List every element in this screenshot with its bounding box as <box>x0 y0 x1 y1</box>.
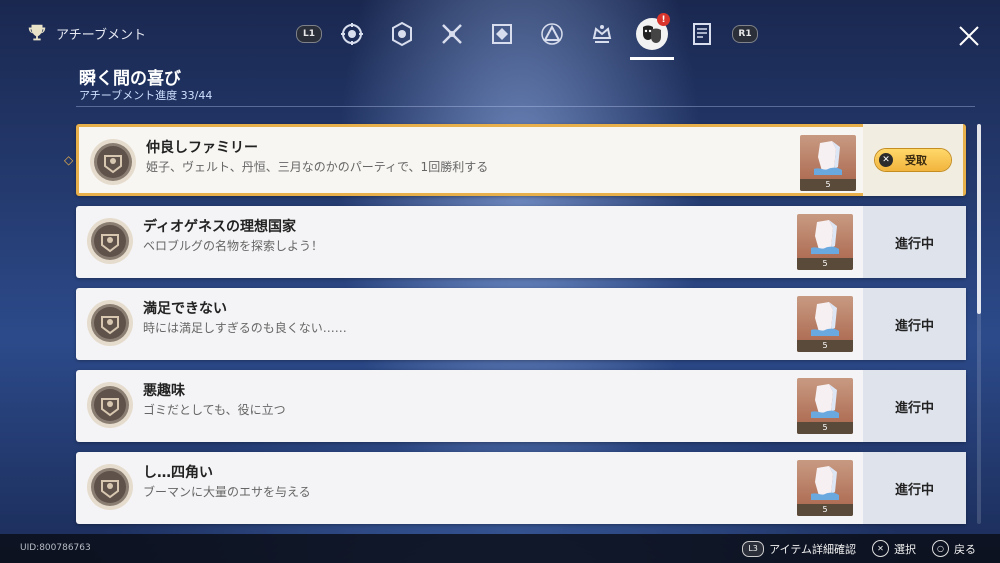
hint-item-details[interactable]: L3 アイテム詳細確認 <box>742 540 856 557</box>
tab-diamond[interactable] <box>482 16 522 52</box>
trophy-icon <box>28 24 46 41</box>
category-title: 瞬く間の喜び <box>79 69 181 89</box>
achievement-progress: アチーブメント進度 33/44 <box>79 89 213 102</box>
achievement-badge-icon <box>87 382 133 428</box>
tab-triangle[interactable] <box>532 16 572 52</box>
tab-notebook[interactable] <box>682 16 722 52</box>
crown-emblem-icon <box>592 25 612 43</box>
achievement-description: ベロブルグの名物を探索しよう！ <box>143 239 324 253</box>
hint-select[interactable]: ✕ 選択 <box>872 540 916 557</box>
tab-helmet[interactable] <box>332 16 372 52</box>
selection-cursor-icon: ◇ <box>64 153 74 167</box>
tab-hexagon[interactable] <box>382 16 422 52</box>
cross-button-icon: ✕ <box>872 540 889 557</box>
achievement-description: 姫子、ヴェルト、丹恒、三月なのかのパーティで、1回勝利する <box>146 160 489 174</box>
notebook-icon <box>693 23 711 45</box>
achievement-badge-icon <box>90 139 136 185</box>
status-label: 進行中 <box>863 370 966 442</box>
claim-label: 受取 <box>905 154 927 167</box>
reward-item[interactable]: 5 <box>800 135 856 191</box>
category-tabs: L1 ! R1 <box>296 13 758 60</box>
achievement-badge-icon <box>87 300 133 346</box>
status-label: 進行中 <box>863 206 966 278</box>
close-icon[interactable] <box>955 22 983 50</box>
hint-back-label: 戻る <box>954 542 976 556</box>
reward-count: 5 <box>797 340 853 352</box>
achievement-title: ディオゲネスの理想国家 <box>143 219 297 235</box>
achievement-row[interactable]: 仲良しファミリー 姫子、ヴェルト、丹恒、三月なのかのパーティで、1回勝利する 5… <box>76 124 966 196</box>
achievement-title: 仲良しファミリー <box>146 140 258 156</box>
l1-button[interactable]: L1 <box>296 25 322 43</box>
reward-count: 5 <box>797 422 853 434</box>
achievement-badge-icon <box>87 218 133 264</box>
crystal-icon <box>811 302 839 336</box>
l3-button-icon: L3 <box>742 540 765 557</box>
scrollbar[interactable] <box>977 124 981 524</box>
tab-swords[interactable] <box>432 16 472 52</box>
hexagon-emblem-icon <box>392 21 412 47</box>
triangle-emblem-icon <box>541 23 563 45</box>
cross-button-icon: ✕ <box>879 153 893 167</box>
achievement-row[interactable]: し…四角い ブーマンに大量のエサを与える 5 進行中 <box>76 452 966 524</box>
top-bar: アチーブメント L1 ! R1 <box>0 0 1000 70</box>
crystal-icon <box>811 466 839 500</box>
divider <box>76 106 975 107</box>
status-area: ✕ 受取 <box>863 124 963 196</box>
scroll-thumb[interactable] <box>977 124 981 314</box>
crystal-icon <box>811 220 839 254</box>
user-id: UID:800786763 <box>20 543 91 553</box>
tab-crown[interactable] <box>582 16 622 52</box>
reward-item[interactable]: 5 <box>797 296 853 352</box>
reward-count: 5 <box>800 179 856 191</box>
achievement-title: 悪趣味 <box>143 383 185 399</box>
hint-back[interactable]: ○ 戻る <box>932 540 976 557</box>
reward-count: 5 <box>797 258 853 270</box>
crossed-swords-icon <box>442 24 462 44</box>
achievement-description: ゴミだとしても、役に立つ <box>143 403 286 417</box>
hint-item-details-label: アイテム詳細確認 <box>769 542 856 556</box>
tab-masks[interactable]: ! <box>630 13 674 60</box>
achievement-title: し…四角い <box>143 465 213 481</box>
bottom-bar: UID:800786763 L3 アイテム詳細確認 ✕ 選択 ○ 戻る <box>0 534 1000 563</box>
achievement-row[interactable]: ディオゲネスの理想国家 ベロブルグの名物を探索しよう！ 5 進行中 <box>76 206 966 278</box>
button-hints: L3 アイテム詳細確認 ✕ 選択 ○ 戻る <box>742 540 976 557</box>
status-label: 進行中 <box>863 452 966 524</box>
crystal-icon <box>814 141 842 175</box>
claim-button[interactable]: ✕ 受取 <box>875 149 951 171</box>
r1-button[interactable]: R1 <box>732 25 758 43</box>
app-title: アチーブメント <box>56 27 146 43</box>
reward-count: 5 <box>797 504 853 516</box>
circle-button-icon: ○ <box>932 540 949 557</box>
crystal-icon <box>811 384 839 418</box>
achievement-title: 満足できない <box>143 301 227 317</box>
app-header: アチーブメント <box>26 22 146 44</box>
helmet-gear-icon <box>341 23 363 45</box>
reward-item[interactable]: 5 <box>797 214 853 270</box>
reward-item[interactable]: 5 <box>797 460 853 516</box>
alert-badge: ! <box>657 13 670 26</box>
achievement-description: ブーマンに大量のエサを与える <box>143 485 311 499</box>
achievement-row[interactable]: 悪趣味 ゴミだとしても、役に立つ 5 進行中 <box>76 370 966 442</box>
achievement-description: 時には満足しすぎるのも良くない…… <box>143 321 347 335</box>
status-label: 進行中 <box>863 288 966 360</box>
achievement-row[interactable]: 満足できない 時には満足しすぎるのも良くない…… 5 進行中 <box>76 288 966 360</box>
hint-select-label: 選択 <box>894 542 916 556</box>
diamond-pattern-icon <box>492 24 512 44</box>
achievement-badge-icon <box>87 464 133 510</box>
reward-item[interactable]: 5 <box>797 378 853 434</box>
